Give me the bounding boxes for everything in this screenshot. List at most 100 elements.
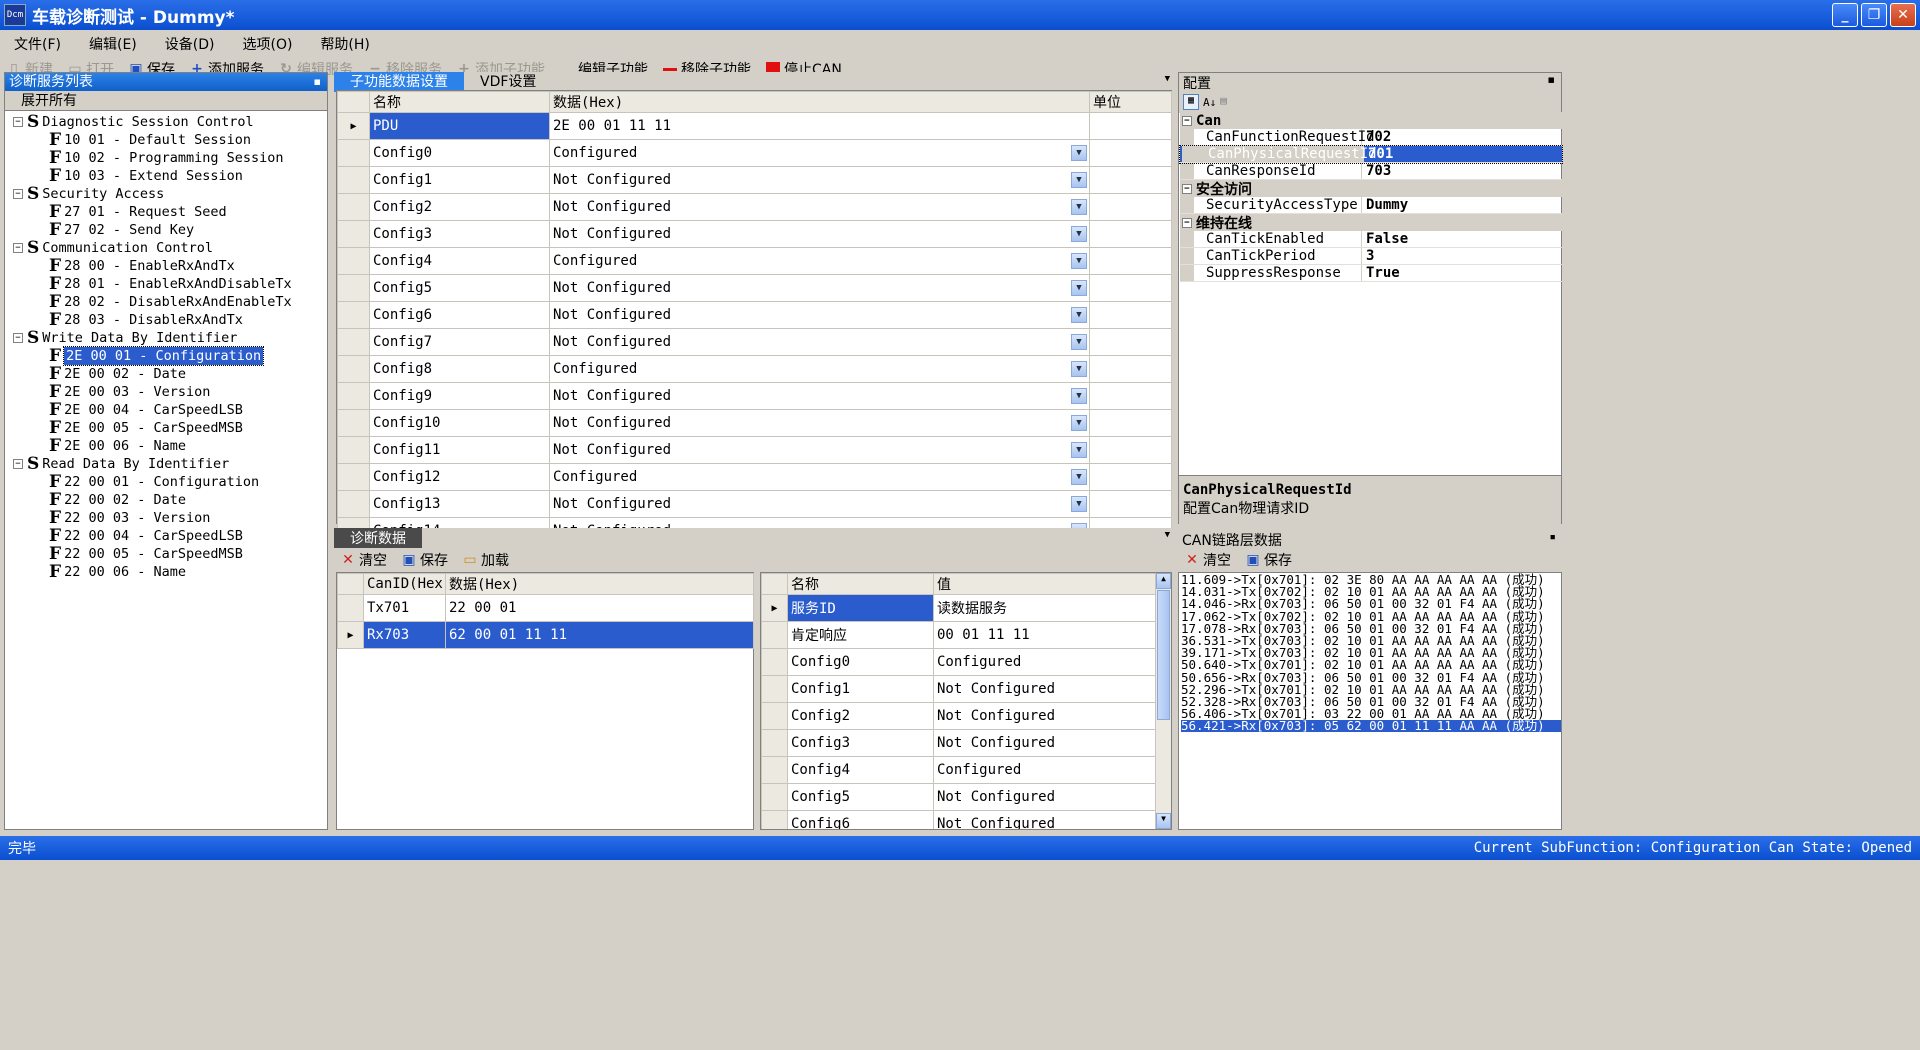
subfunction-node[interactable]: F 10 03 - Extend Session	[13, 167, 292, 185]
dropdown-arrow-icon[interactable]: ▼	[1071, 172, 1087, 188]
row-header[interactable]	[337, 594, 364, 622]
collapse-toggle-icon[interactable]: −	[13, 333, 23, 343]
dropdown-arrow-icon[interactable]: ▼	[1071, 442, 1087, 458]
row-header[interactable]	[337, 247, 370, 275]
row-header[interactable]	[337, 382, 370, 410]
subfunction-node[interactable]: F 10 02 - Programming Session	[13, 149, 292, 167]
dropdown-arrow-icon[interactable]: ▼	[1071, 415, 1087, 431]
collapse-toggle-icon[interactable]: −	[13, 459, 23, 469]
param-value-cell[interactable]: Not Configured ▼	[549, 490, 1090, 518]
table-row[interactable]: Config1 Not Configured ▼	[337, 166, 1172, 194]
table-row[interactable]: Config12 Configured ▼	[337, 463, 1172, 491]
menu-device[interactable]: 设备(D)	[151, 32, 229, 54]
scroll-thumb[interactable]	[1157, 590, 1170, 720]
table-row[interactable]: Config6 Not Configured ▼	[337, 301, 1172, 329]
row-header[interactable]: ▶	[337, 621, 364, 649]
row-header[interactable]	[337, 166, 370, 194]
unit-cell[interactable]	[1089, 436, 1172, 464]
property-value[interactable]: 703	[1362, 163, 1391, 179]
unit-cell[interactable]	[1089, 139, 1172, 167]
diag-clear-button[interactable]: ✕ 清空	[334, 550, 395, 570]
scroll-up-icon[interactable]: ▲	[1156, 573, 1171, 589]
table-row[interactable]: Tx701 22 00 01	[337, 594, 754, 622]
property-row[interactable]: SuppressResponse True	[1180, 265, 1562, 282]
diag-save-button[interactable]: ▣ 保存	[395, 550, 456, 570]
pin-icon[interactable]: ▪	[1549, 530, 1556, 543]
unit-cell[interactable]	[1089, 166, 1172, 194]
diag-load-button[interactable]: ▭ 加载	[456, 550, 517, 570]
subfunction-node[interactable]: F 22 00 01 - Configuration	[13, 473, 292, 491]
row-header[interactable]	[337, 436, 370, 464]
param-value-cell[interactable]: Configured ▼	[549, 355, 1090, 383]
service-node[interactable]: − S Read Data By Identifier	[13, 455, 292, 473]
param-value-cell[interactable]: Not Configured ▼	[549, 274, 1090, 302]
row-header[interactable]	[761, 756, 788, 784]
subfunction-node[interactable]: F 2E 00 04 - CarSpeedLSB	[13, 401, 292, 419]
property-category[interactable]: − 维持在线	[1180, 214, 1562, 232]
row-header[interactable]	[337, 220, 370, 248]
property-row[interactable]: CanTickPeriod 3	[1180, 248, 1562, 265]
dropdown-arrow-icon[interactable]: ▼	[1071, 334, 1087, 350]
unit-cell[interactable]	[1089, 247, 1172, 275]
unit-cell[interactable]	[1089, 490, 1172, 518]
unit-cell[interactable]	[1089, 220, 1172, 248]
col-data-header[interactable]: 数据(Hex)	[549, 91, 1090, 113]
can-id-cell[interactable]: Tx701	[363, 594, 446, 622]
table-row[interactable]: Config13 Not Configured ▼	[337, 490, 1172, 518]
dropdown-arrow-icon[interactable]: ▼	[1071, 253, 1087, 269]
param-name-cell[interactable]: Config7	[369, 328, 550, 356]
property-row[interactable]: CanFunctionRequestId 702	[1180, 129, 1562, 146]
row-header[interactable]	[337, 409, 370, 437]
parsed-name-cell[interactable]: Config1	[787, 675, 934, 703]
subfunction-node[interactable]: F 22 00 04 - CarSpeedLSB	[13, 527, 292, 545]
dropdown-arrow-icon[interactable]: ▼	[1071, 496, 1087, 512]
collapse-toggle-icon[interactable]: −	[13, 117, 23, 127]
service-node[interactable]: − S Diagnostic Session Control	[13, 113, 292, 131]
subfunction-node[interactable]: F 2E 00 06 - Name	[13, 437, 292, 455]
subfunction-node[interactable]: F 2E 00 01 - Configuration	[13, 346, 292, 366]
can-id-cell[interactable]: Rx703	[363, 621, 446, 649]
restore-button[interactable]: ❐	[1861, 3, 1887, 27]
row-header[interactable]	[761, 621, 788, 649]
param-name-cell[interactable]: PDU	[369, 112, 550, 140]
subfunction-node[interactable]: F 28 02 - DisableRxAndEnableTx	[13, 293, 292, 311]
row-header[interactable]: ▶	[761, 594, 788, 622]
alphabetical-sort-icon[interactable]: A↓	[1203, 96, 1216, 109]
table-row[interactable]: Config1 Not Configured	[761, 675, 1156, 703]
parsed-name-cell[interactable]: Config3	[787, 729, 934, 757]
property-value[interactable]: 3	[1362, 248, 1374, 264]
table-row[interactable]: Config3 Not Configured	[761, 729, 1156, 757]
unit-cell[interactable]	[1089, 274, 1172, 302]
tab-subfunction-data[interactable]: 子功能数据设置	[334, 72, 464, 92]
property-value[interactable]: Dummy	[1362, 197, 1408, 213]
dropdown-arrow-icon[interactable]: ▼	[1071, 388, 1087, 404]
service-node[interactable]: − S Write Data By Identifier	[13, 329, 292, 347]
dropdown-arrow-icon[interactable]: ▼	[1165, 530, 1170, 540]
table-row[interactable]: Config5 Not Configured ▼	[337, 274, 1172, 302]
subfunction-node[interactable]: F 27 02 - Send Key	[13, 221, 292, 239]
table-row[interactable]: Config0 Configured	[761, 648, 1156, 676]
parsed-value-cell[interactable]: Not Configured	[933, 783, 1156, 811]
param-value-cell[interactable]: Configured ▼	[549, 463, 1090, 491]
row-header[interactable]	[337, 490, 370, 518]
row-header[interactable]	[761, 783, 788, 811]
dropdown-arrow-icon[interactable]: ▼	[1165, 74, 1170, 84]
param-value-cell[interactable]: Not Configured ▼	[549, 301, 1090, 329]
row-header[interactable]	[761, 702, 788, 730]
table-row[interactable]: Config4 Configured ▼	[337, 247, 1172, 275]
msg-data-cell[interactable]: 62 00 01 11 11	[445, 621, 754, 649]
can-save-button[interactable]: ▣ 保存	[1239, 550, 1300, 570]
property-pages-icon[interactable]: ▤	[1220, 94, 1236, 110]
row-header[interactable]	[337, 301, 370, 329]
row-header[interactable]	[337, 139, 370, 167]
row-header[interactable]	[761, 675, 788, 703]
subfunction-node[interactable]: F 28 01 - EnableRxAndDisableTx	[13, 275, 292, 293]
table-row[interactable]: Config5 Not Configured	[761, 783, 1156, 811]
subfunction-node[interactable]: F 28 00 - EnableRxAndTx	[13, 257, 292, 275]
unit-cell[interactable]	[1089, 382, 1172, 410]
table-row[interactable]: Config8 Configured ▼	[337, 355, 1172, 383]
table-row[interactable]: ▶ Rx703 62 00 01 11 11	[337, 621, 754, 649]
param-name-cell[interactable]: Config5	[369, 274, 550, 302]
subfunction-node[interactable]: F 10 01 - Default Session	[13, 131, 292, 149]
row-header[interactable]	[761, 729, 788, 757]
